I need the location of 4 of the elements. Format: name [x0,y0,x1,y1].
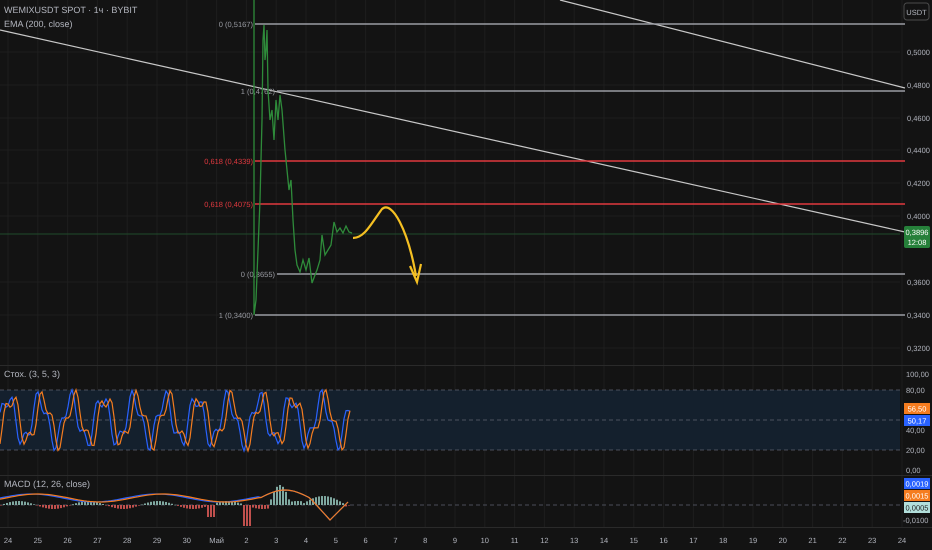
macd-legend: MACD (12, 26, close) [4,479,90,489]
indicator-legend: EMA (200, close) [4,19,73,29]
symbol-title: WEMIXUSDT SPOT · 1ч · BYBIT [4,5,138,15]
stochastic-legend: Стох. (3, 5, 3) [4,369,60,379]
